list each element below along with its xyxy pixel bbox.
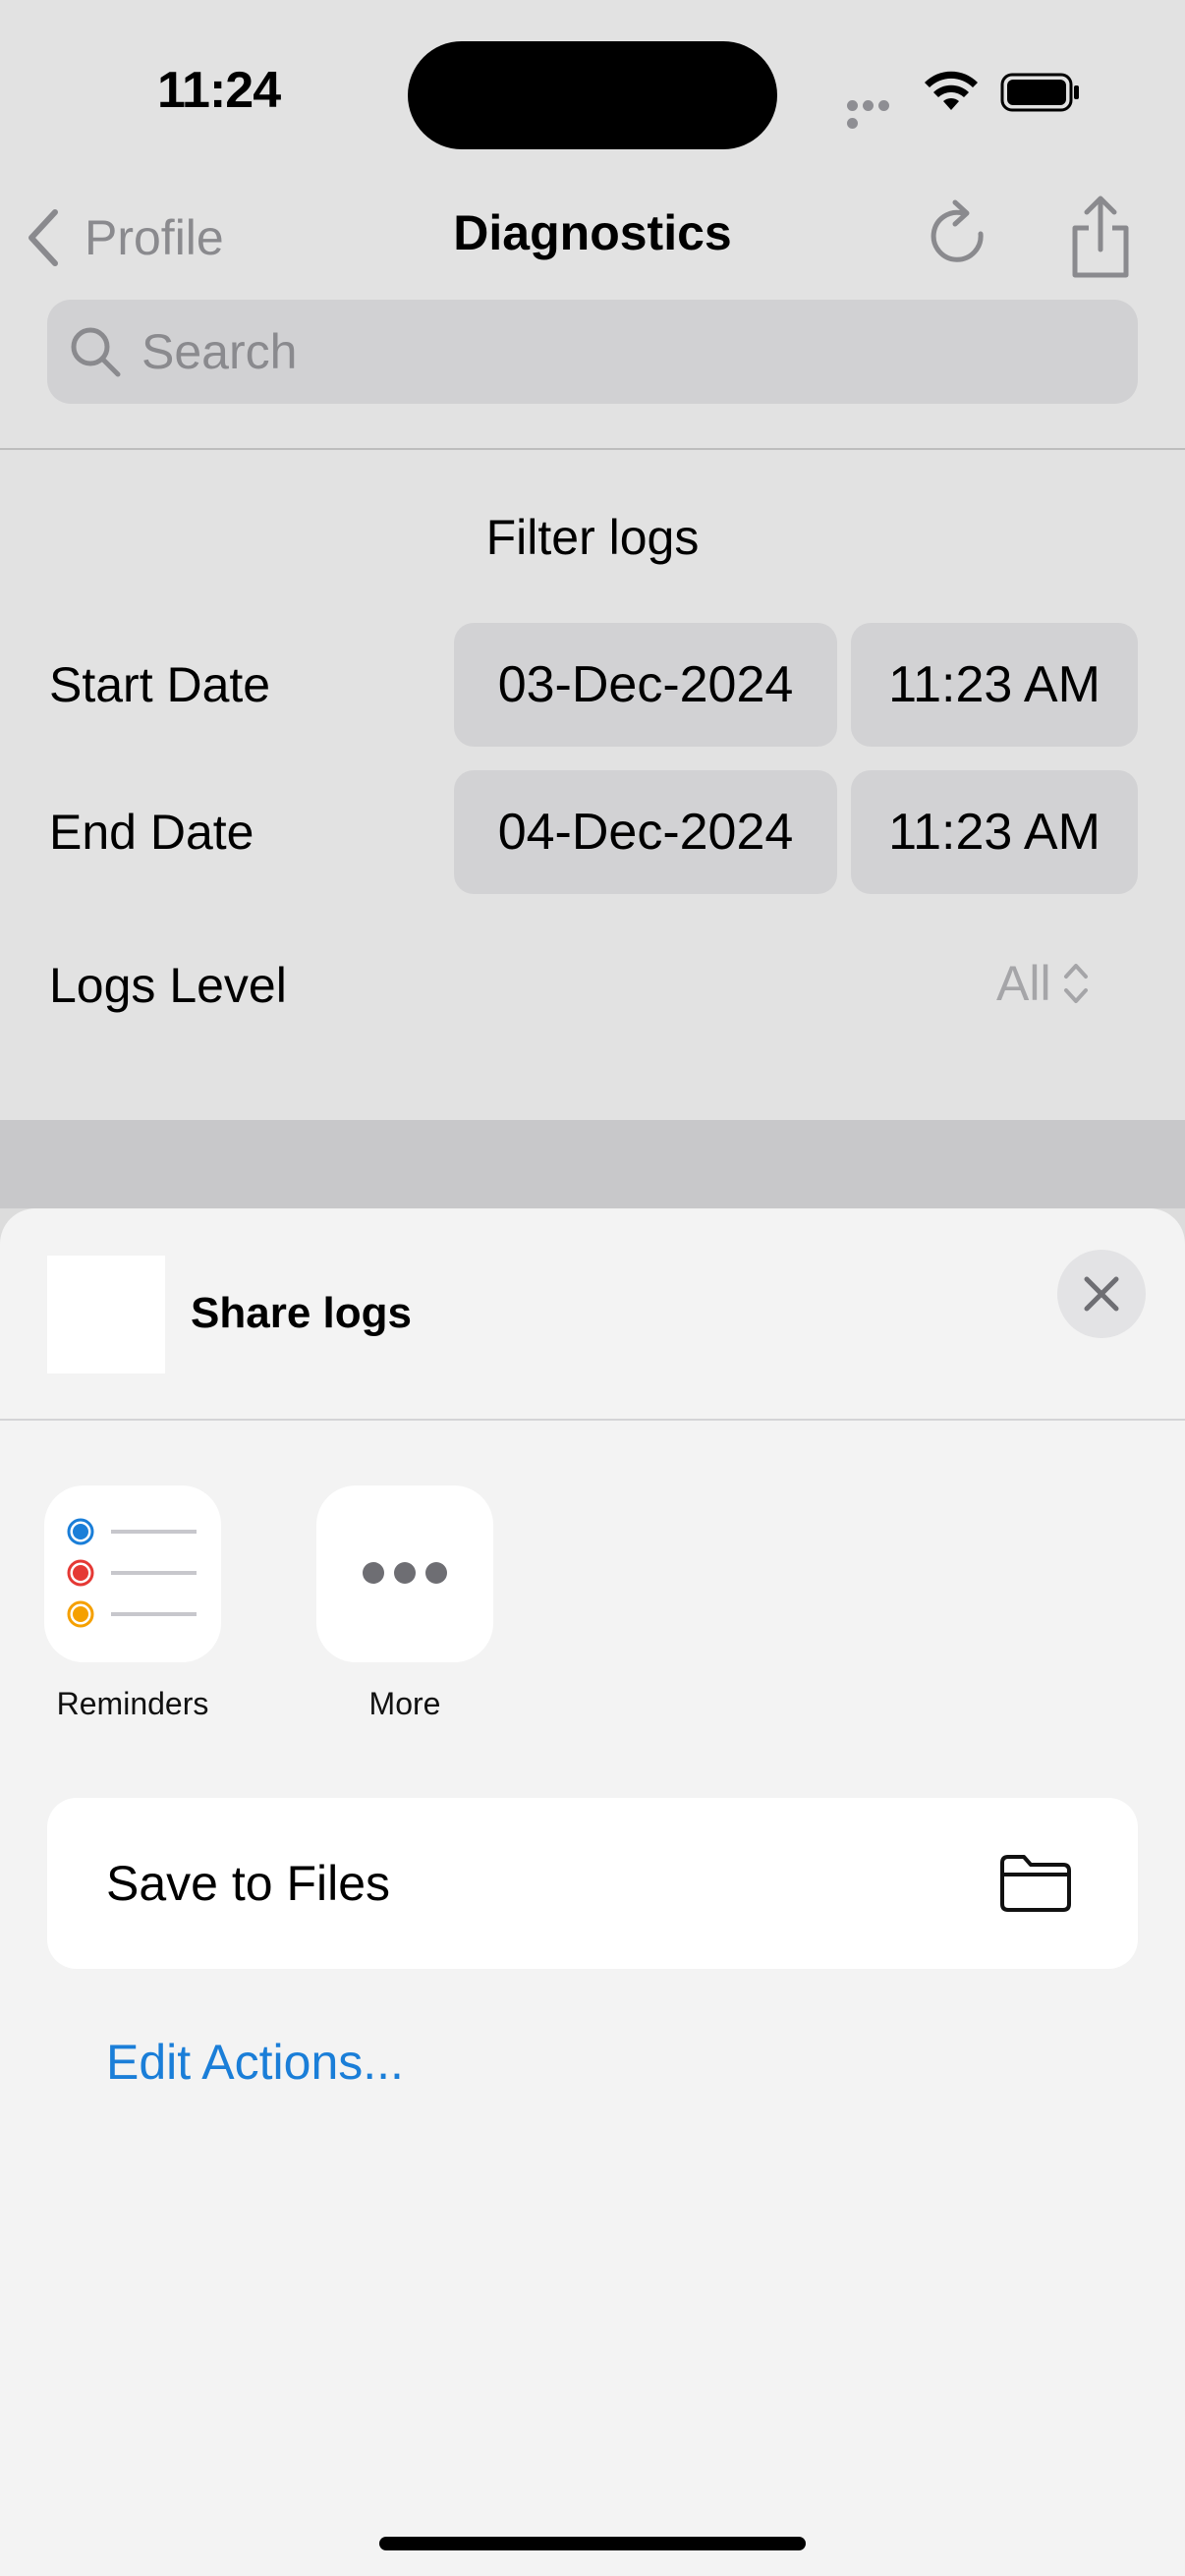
- home-indicator[interactable]: [379, 2537, 806, 2550]
- page-title: Diagnostics: [453, 205, 732, 260]
- navigation-bar: Profile Diagnostics: [0, 187, 1185, 295]
- refresh-icon[interactable]: [924, 196, 996, 279]
- sheet-backdrop: [0, 1120, 1185, 1208]
- edit-actions-link[interactable]: Edit Actions...: [106, 2034, 404, 2091]
- status-time: 11:24: [157, 62, 281, 119]
- reminders-icon: [44, 1485, 221, 1662]
- wifi-icon: [925, 71, 978, 110]
- start-date-label: Start Date: [49, 657, 271, 712]
- share-app-reminders[interactable]: Reminders: [44, 1485, 221, 1722]
- logs-level-value: All: [996, 956, 1051, 1011]
- end-time-picker[interactable]: 11:23 AM: [851, 770, 1138, 894]
- save-to-files-action[interactable]: Save to Files: [47, 1798, 1138, 1969]
- status-bar: 11:24: [0, 0, 1185, 187]
- logs-level-label: Logs Level: [49, 958, 287, 1013]
- logs-level-picker[interactable]: All: [996, 955, 1091, 1012]
- share-app-label: More: [368, 1686, 441, 1721]
- share-sheet: Share logs Reminders More Save to Files …: [0, 1208, 1185, 2576]
- share-icon[interactable]: [1065, 193, 1136, 281]
- end-date-picker[interactable]: 04-Dec-2024: [454, 770, 837, 894]
- save-to-files-label: Save to Files: [106, 1856, 391, 1911]
- close-button[interactable]: [1057, 1250, 1146, 1338]
- search-bar[interactable]: [47, 300, 1138, 404]
- share-app-more[interactable]: More: [316, 1485, 493, 1722]
- more-icon: [316, 1485, 493, 1662]
- share-sheet-title: Share logs: [191, 1289, 412, 1337]
- share-app-label: Reminders: [56, 1686, 209, 1721]
- folder-icon: [1000, 1855, 1071, 1912]
- start-time-picker[interactable]: 11:23 AM: [851, 623, 1138, 747]
- chevron-up-down-icon: [1063, 964, 1088, 1003]
- file-thumbnail: [47, 1256, 165, 1373]
- close-icon: [1084, 1276, 1119, 1312]
- dynamic-island: [408, 41, 777, 149]
- battery-icon: [1000, 73, 1079, 112]
- divider: [0, 1419, 1185, 1421]
- diagnostics-screen: 11:24 Profile Diagnostics Search Filter …: [0, 0, 1185, 1120]
- divider: [0, 448, 1185, 450]
- search-icon: [71, 327, 121, 377]
- filter-logs-title: Filter logs: [485, 510, 700, 565]
- search-input[interactable]: [141, 323, 1026, 380]
- end-date-label: End Date: [49, 805, 254, 860]
- cellular-signal-icon: [847, 98, 908, 129]
- start-date-picker[interactable]: 03-Dec-2024: [454, 623, 837, 747]
